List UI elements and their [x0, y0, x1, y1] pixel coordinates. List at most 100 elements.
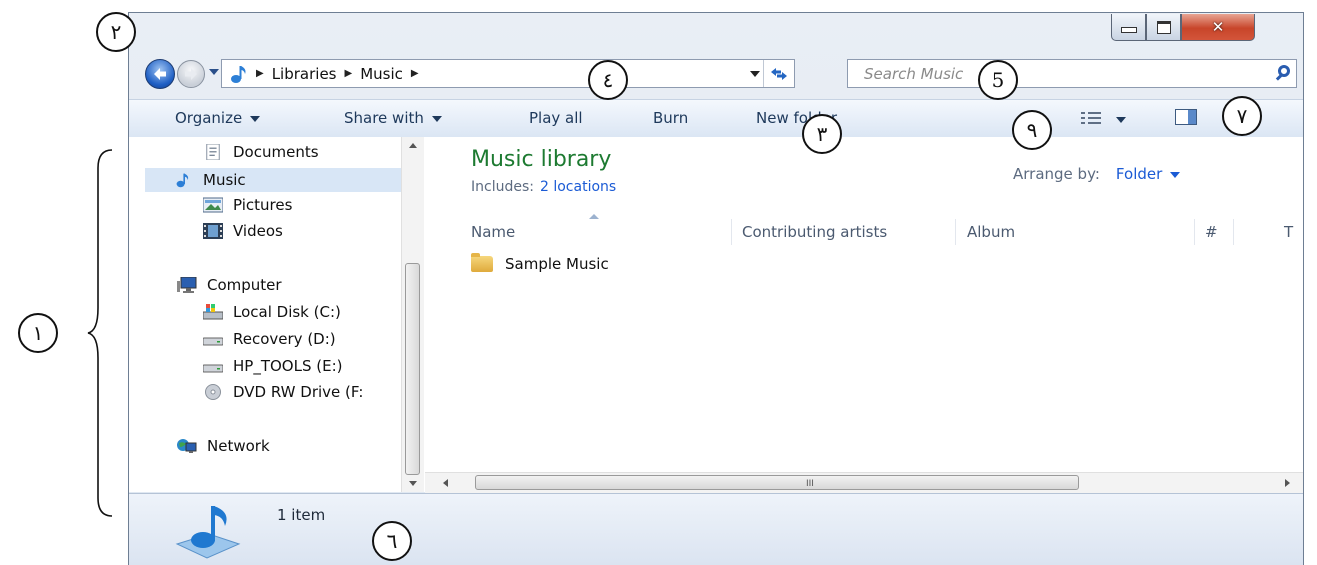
breadcrumb-separator[interactable]: ▶: [256, 68, 264, 79]
includes-label: Includes:: [471, 179, 534, 195]
scroll-right-icon[interactable]: [1285, 479, 1290, 487]
address-bar[interactable]: ▶ Libraries ▶ Music ▶: [221, 59, 795, 88]
pictures-icon: [203, 197, 223, 213]
arrange-label: Arrange by:: [1013, 165, 1100, 183]
organize-label: Organize: [175, 109, 243, 127]
search-icon[interactable]: [1278, 65, 1290, 77]
share-with-label: Share with: [344, 109, 424, 127]
music-note-icon: [231, 65, 246, 83]
annotation-7: ٧: [1222, 96, 1262, 136]
address-history-dropdown[interactable]: [750, 71, 760, 77]
dvd-drive-icon: [205, 384, 221, 400]
arrange-value: Folder: [1115, 165, 1163, 183]
nav-item-hp-tools[interactable]: HP_TOOLS (E:): [203, 357, 342, 375]
arrange-by: Arrange by: Folder: [1013, 165, 1181, 183]
column-header-artists[interactable]: Contributing artists: [742, 223, 887, 241]
locations-link[interactable]: 2 locations: [540, 179, 616, 195]
nav-item-documents[interactable]: Documents: [203, 143, 319, 161]
minimize-button[interactable]: [1111, 14, 1146, 41]
search-input[interactable]: Search Music: [864, 65, 963, 83]
organize-button[interactable]: Organize: [175, 109, 261, 127]
forward-button[interactable]: [177, 60, 205, 88]
file-name: Sample Music: [505, 255, 609, 273]
nav-item-computer[interactable]: Computer: [177, 276, 282, 294]
refresh-button[interactable]: [763, 60, 794, 87]
maximize-button[interactable]: [1146, 14, 1181, 41]
scroll-thumb[interactable]: III: [475, 475, 1079, 490]
annotation-3: ٣: [802, 114, 842, 154]
view-options-dropdown[interactable]: [1116, 117, 1126, 123]
music-note-icon: [176, 173, 189, 188]
column-header-name[interactable]: Name: [471, 223, 515, 241]
annotation-4: ٤: [588, 60, 628, 100]
nav-label: HP_TOOLS (E:): [233, 357, 343, 375]
nav-label: Pictures: [233, 196, 293, 214]
nav-item-videos[interactable]: Videos: [203, 222, 283, 240]
annotation-2: ٢: [96, 12, 136, 52]
annotation-1: ١: [18, 313, 58, 353]
nav-label: Recovery (D:): [233, 330, 336, 348]
column-header-number[interactable]: #: [1205, 223, 1218, 241]
title-bar: ✕: [129, 13, 1303, 53]
search-box[interactable]: Search Music: [847, 59, 1297, 88]
nav-item-dvd-drive[interactable]: DVD RW Drive (F:: [203, 383, 363, 401]
navigation-row: ▶ Libraries ▶ Music ▶ Search Music: [129, 55, 1303, 93]
column-divider: [955, 219, 956, 245]
nav-item-music[interactable]: Music: [145, 168, 401, 192]
breadcrumb-separator[interactable]: ▶: [345, 68, 353, 79]
close-icon: ✕: [1211, 18, 1225, 36]
library-title: Music library: [471, 147, 612, 172]
preview-pane-icon[interactable]: [1175, 109, 1197, 125]
nav-item-pictures[interactable]: Pictures: [203, 196, 292, 214]
grip-icon: III: [806, 479, 814, 489]
command-toolbar: Organize Share with Play all Burn New fo…: [129, 99, 1303, 138]
nav-label: Videos: [233, 222, 283, 240]
window-body: Documents Music Pictures Videos Computer…: [129, 137, 1303, 493]
chevron-down-icon: [250, 115, 261, 122]
details-pane: 1 item: [129, 493, 1303, 565]
maximize-icon: [1156, 20, 1171, 34]
back-button[interactable]: [145, 59, 175, 89]
breadcrumb-music[interactable]: Music: [360, 65, 403, 83]
file-list-pane: Music library Includes: 2 locations Arran…: [425, 137, 1303, 493]
share-with-button[interactable]: Share with: [344, 109, 442, 127]
list-item[interactable]: Sample Music: [471, 253, 609, 273]
nav-item-recovery[interactable]: Recovery (D:): [203, 330, 336, 348]
network-icon: [177, 439, 197, 453]
nav-pane-scrollbar[interactable]: [401, 137, 424, 492]
column-header-row: Name Contributing artists Album # T: [459, 214, 1303, 245]
explorer-window: ✕ ▶ Libraries ▶ Music ▶ Search Music Org…: [128, 12, 1304, 565]
column-header-album[interactable]: Album: [967, 223, 1015, 241]
videos-icon: [203, 223, 223, 239]
nav-label: Music: [203, 171, 246, 189]
nav-item-local-disk[interactable]: Local Disk (C:): [203, 303, 341, 321]
scroll-thumb[interactable]: [405, 263, 420, 475]
minimize-icon: [1120, 27, 1137, 33]
folder-icon: [471, 253, 493, 272]
breadcrumb-libraries[interactable]: Libraries: [272, 65, 337, 83]
horizontal-scrollbar[interactable]: III: [425, 472, 1303, 493]
refresh-icon: [771, 67, 787, 80]
column-divider: [1194, 219, 1195, 245]
nav-label: Network: [207, 437, 270, 455]
nav-item-network[interactable]: Network: [177, 437, 270, 455]
nav-pane-brace: [87, 149, 113, 517]
scroll-down-icon[interactable]: [409, 481, 417, 486]
play-all-button[interactable]: Play all: [529, 109, 583, 127]
chevron-down-icon: [1170, 171, 1181, 178]
close-button[interactable]: ✕: [1181, 14, 1255, 41]
local-disk-icon: [203, 304, 223, 320]
recent-pages-dropdown[interactable]: [209, 69, 219, 75]
breadcrumb-separator[interactable]: ▶: [411, 68, 419, 79]
library-includes: Includes: 2 locations: [471, 179, 616, 195]
scroll-left-icon[interactable]: [443, 479, 448, 487]
item-count: 1 item: [277, 506, 326, 524]
change-view-icon[interactable]: [1081, 112, 1101, 124]
scroll-up-icon[interactable]: [409, 143, 417, 148]
column-header-title[interactable]: T: [1284, 223, 1293, 241]
nav-label: Local Disk (C:): [233, 303, 341, 321]
annotation-6: ٦: [372, 521, 412, 561]
sort-ascending-icon: [589, 214, 599, 219]
burn-button[interactable]: Burn: [653, 109, 688, 127]
arrange-dropdown[interactable]: Folder: [1115, 165, 1181, 183]
